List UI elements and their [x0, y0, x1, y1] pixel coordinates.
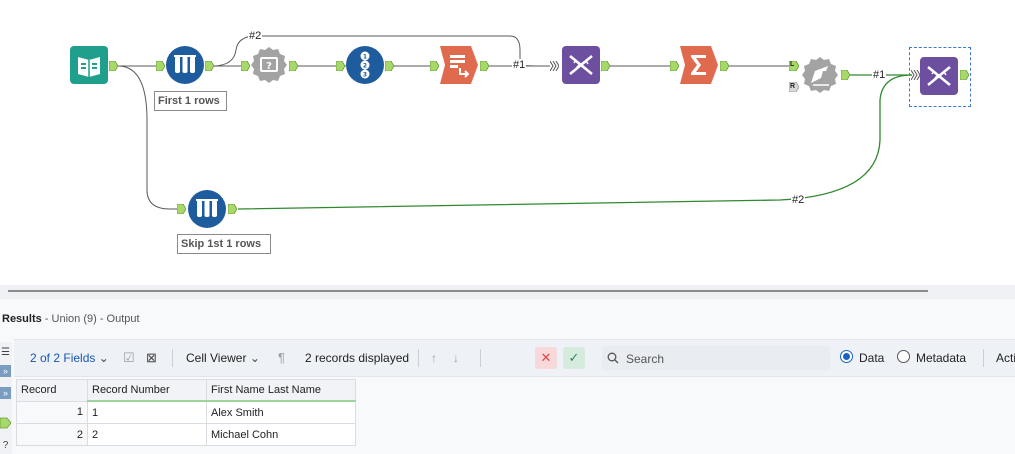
output-anchor[interactable]: [109, 61, 118, 71]
output-anchor[interactable]: [480, 61, 489, 71]
pilcrow-icon[interactable]: ¶: [278, 350, 285, 366]
summarize-tool[interactable]: [680, 46, 718, 84]
results-grid: Record Record Number First Name Last Nam…: [16, 379, 356, 446]
input-anchor[interactable]: [241, 61, 250, 71]
search-input[interactable]: [624, 349, 828, 369]
arrow-up-icon[interactable]: ↑: [431, 350, 437, 366]
records-displayed: 2 records displayed: [305, 351, 410, 365]
cell-viewer-dropdown[interactable]: Cell Viewer ⌄: [186, 350, 260, 366]
annotation-first-rows: First 1 rows: [154, 91, 227, 111]
cell-record-number[interactable]: 2: [87, 423, 207, 446]
input-anchor[interactable]: [156, 61, 165, 71]
input-anchor[interactable]: [430, 61, 439, 71]
column-header-name[interactable]: First Name Last Name: [206, 379, 356, 402]
toolbar-separator: [418, 349, 419, 367]
output-anchor[interactable]: [228, 204, 237, 214]
splitter-line: [8, 290, 928, 292]
output-anchor[interactable]: [601, 61, 610, 71]
svg-text:2: 2: [363, 63, 367, 70]
connection-label-skip-branch: #2: [791, 194, 806, 206]
column-header-record[interactable]: Record: [16, 379, 88, 402]
pane-splitter[interactable]: [0, 285, 1015, 299]
record-id-tool[interactable]: 1 2 3: [346, 46, 384, 84]
apply-check-icon[interactable]: ✓: [563, 347, 585, 369]
fields-selector[interactable]: 2 of 2 Fields ⌄: [30, 350, 109, 366]
results-side-rail: ☰ » » ?: [0, 342, 12, 454]
chevron-down-icon: ⌄: [98, 351, 109, 365]
chevron-down-icon: ⌄: [249, 351, 260, 365]
help-icon[interactable]: ?: [0, 439, 11, 451]
column-header-record-number[interactable]: Record Number: [87, 379, 207, 402]
grid-header-row: Record Record Number First Name Last Nam…: [16, 379, 356, 402]
connection-label-top-branch: #2: [248, 30, 263, 42]
expand-icon-2[interactable]: »: [0, 387, 11, 399]
menu-icon[interactable]: ☰: [0, 346, 11, 358]
sample-tool-skip[interactable]: [188, 190, 226, 228]
data-radio-label: Data: [859, 351, 885, 365]
arrow-down-icon[interactable]: ↓: [453, 350, 459, 366]
toolbar-separator: [172, 349, 173, 367]
results-toolbar: 2 of 2 Fields ⌄ ☑ ⊠ Cell Viewer ⌄ ¶ 2 re…: [14, 339, 1015, 377]
table-row[interactable]: 2 2 Michael Cohn: [16, 423, 356, 446]
data-radio[interactable]: [840, 350, 853, 363]
fields-label: 2 of 2 Fields: [30, 351, 96, 365]
svg-text:1: 1: [363, 54, 367, 61]
deselect-icon[interactable]: ⊠: [146, 350, 157, 366]
toolbar-separator: [480, 349, 481, 367]
search-icon: [607, 352, 619, 364]
output-anchor[interactable]: [385, 61, 394, 71]
results-pane: Results - Union (9) - Output ☰ » » ? 2 o…: [0, 299, 1015, 454]
results-title: Results - Union (9) - Output: [2, 313, 140, 325]
join-left-letter: L: [790, 61, 795, 68]
cell-record[interactable]: 2: [16, 423, 88, 446]
actions-menu[interactable]: Acti: [996, 350, 1015, 366]
metadata-radio[interactable]: [897, 350, 910, 363]
output-anchor[interactable]: [720, 61, 729, 71]
cancel-icon[interactable]: ✕: [535, 347, 557, 369]
connection-label-join-out: #1: [872, 69, 887, 81]
union-input-anchor[interactable]: [911, 70, 920, 80]
input-anchor[interactable]: [670, 61, 679, 71]
union-input-anchor[interactable]: [550, 61, 559, 71]
cell-record[interactable]: 1: [16, 400, 88, 424]
cell-record-number[interactable]: 1: [87, 400, 207, 424]
cell-name[interactable]: Michael Cohn: [206, 423, 356, 446]
union-tool[interactable]: [562, 46, 600, 84]
annotation-skip-rows: Skip 1st 1 rows: [177, 234, 271, 254]
union-tool-final[interactable]: [920, 57, 958, 95]
table-row[interactable]: 1 1 Alex Smith: [16, 400, 356, 424]
anchor-output-icon[interactable]: [0, 417, 11, 429]
sample-tool-first[interactable]: [166, 46, 204, 84]
toolbar-separator: [983, 349, 984, 367]
transform-tool[interactable]: [440, 46, 478, 84]
output-anchor[interactable]: [205, 61, 214, 71]
connection-wires: [117, 35, 913, 210]
input-anchor[interactable]: [336, 61, 345, 71]
join-right-letter: R: [790, 83, 796, 90]
results-subtitle: - Union (9) - Output: [41, 313, 140, 325]
workflow-canvas[interactable]: First 1 rows ? 1 2 3 #1 #2 L R #1 Skip 1…: [0, 0, 1015, 285]
input-anchor[interactable]: [177, 204, 186, 214]
output-anchor[interactable]: [960, 70, 969, 80]
join-tool[interactable]: [801, 56, 839, 94]
svg-text:?: ?: [266, 61, 272, 72]
results-heading: Results: [2, 313, 42, 325]
cell-viewer-label: Cell Viewer: [186, 351, 247, 365]
connection-label-union-1: #1: [512, 59, 527, 71]
expand-icon[interactable]: »: [0, 365, 11, 377]
cell-name[interactable]: Alex Smith: [206, 400, 356, 424]
svg-text:3: 3: [363, 72, 367, 79]
test-tool[interactable]: ?: [250, 46, 288, 84]
checkbox-edit-icon[interactable]: ☑: [123, 350, 135, 366]
metadata-radio-label: Metadata: [916, 351, 967, 365]
search-box: [602, 346, 830, 370]
output-anchor[interactable]: [289, 61, 298, 71]
output-anchor[interactable]: [841, 70, 850, 80]
input-data-tool[interactable]: [70, 46, 108, 84]
